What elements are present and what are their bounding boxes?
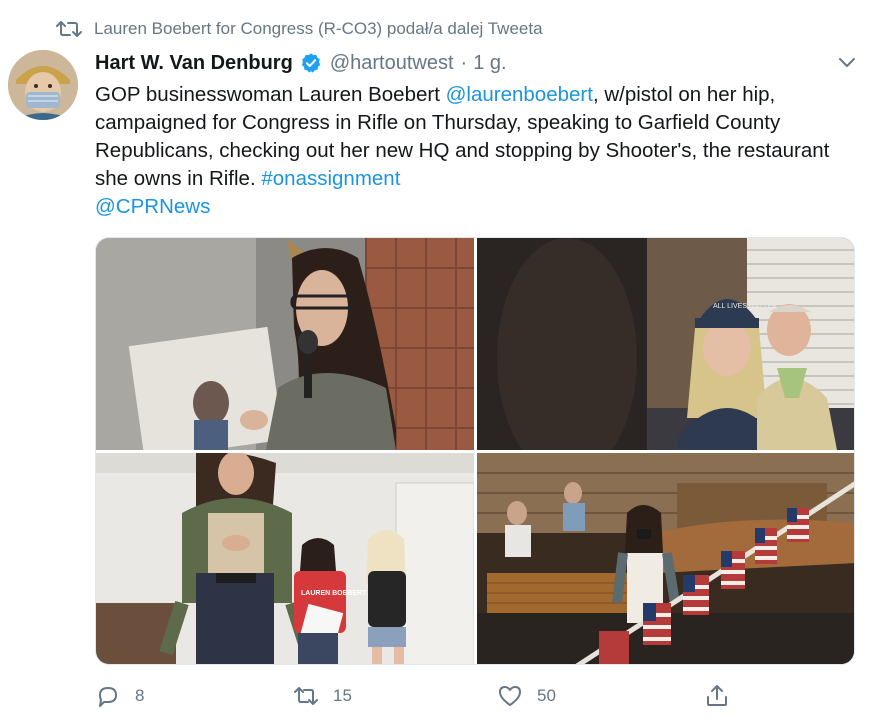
separator-dot: · (460, 51, 468, 74)
heart-icon (499, 686, 521, 706)
photo-audience[interactable]: ALL LIVES MATTER (477, 238, 854, 450)
tweet-text: GOP businesswoman Lauren Boebert @lauren… (95, 81, 855, 221)
verified-badge-icon (301, 53, 320, 73)
reply-count: 8 (135, 686, 145, 705)
mention-link[interactable]: @CPRNews (95, 195, 210, 218)
like-button[interactable]: 50 (497, 680, 556, 712)
mention-link[interactable]: @laurenboebert (446, 83, 593, 106)
chevron-down-icon[interactable] (838, 56, 856, 70)
retweet-count: 15 (333, 686, 352, 705)
tweet-header: Hart W. Van Denburg @hartoutwest · 1 g. (95, 48, 507, 78)
action-bar: 8 15 50 (95, 680, 855, 712)
share-button[interactable] (704, 680, 730, 712)
shirt-text: LAUREN BOEBERT (301, 590, 367, 597)
share-icon (707, 685, 727, 706)
like-count: 50 (537, 686, 556, 705)
hashtag-link[interactable]: #onassignment (261, 167, 400, 190)
timestamp[interactable]: 1 g. (473, 52, 506, 75)
author-name[interactable]: Hart W. Van Denburg (95, 52, 293, 75)
retweet-context-text: Lauren Boebert for Congress (R-CO3) poda… (94, 19, 543, 38)
retweet-button[interactable]: 15 (293, 680, 352, 712)
photo-restaurant[interactable] (477, 453, 854, 664)
author-handle[interactable]: @hartoutwest (330, 52, 454, 75)
media-grid: ALL LIVES MATTER LAUREN BOEBERT (95, 237, 855, 665)
cap-text: ALL LIVES MATTER (713, 303, 777, 310)
retweet-icon (294, 687, 318, 705)
photo-speaker[interactable] (96, 238, 474, 450)
retweet-context[interactable]: Lauren Boebert for Congress (R-CO3) poda… (56, 14, 543, 44)
avatar[interactable] (8, 50, 78, 120)
reply-button[interactable]: 8 (95, 680, 144, 712)
photo-supporters[interactable]: LAUREN BOEBERT (96, 453, 474, 664)
retweet-icon (56, 21, 82, 37)
reply-icon (99, 687, 117, 707)
tweet-text-part: GOP businesswoman Lauren Boebert (95, 83, 446, 106)
